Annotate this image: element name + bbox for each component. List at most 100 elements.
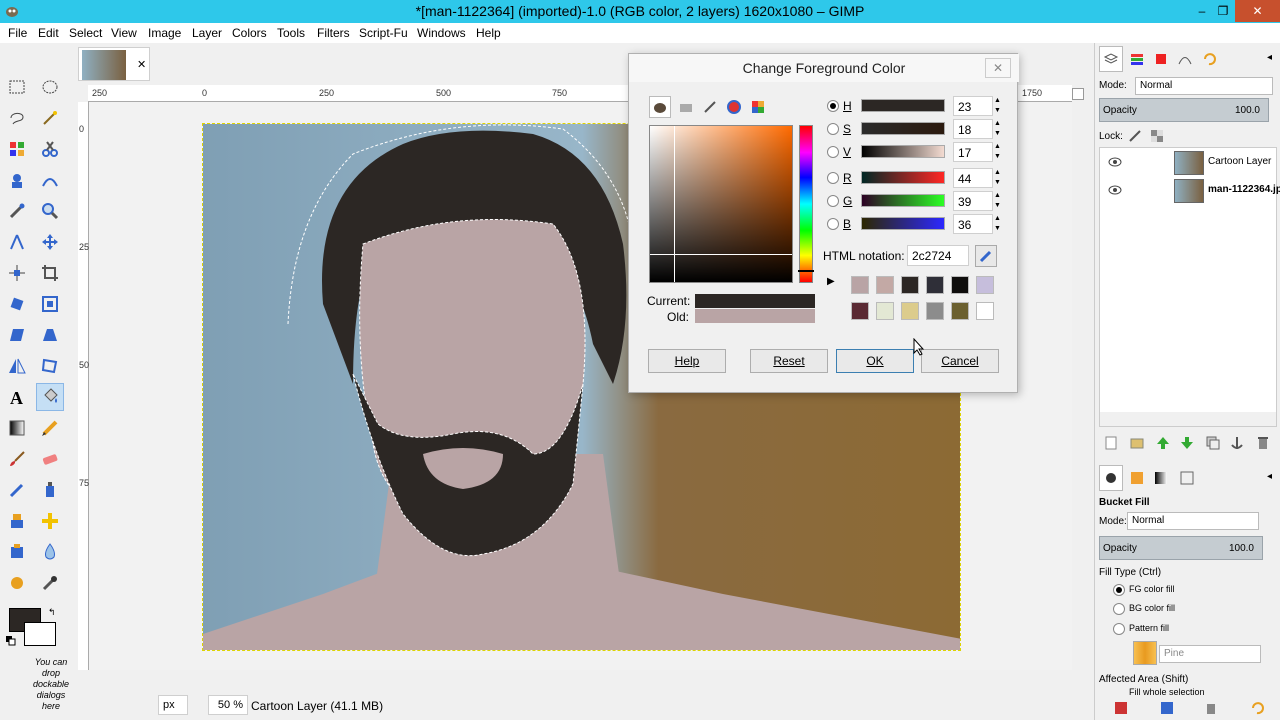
paintbrush-tool-icon[interactable] bbox=[3, 445, 31, 473]
channel-radio[interactable] bbox=[827, 123, 839, 135]
image-tab[interactable]: ✕ bbox=[78, 47, 150, 81]
layer-mode-select[interactable]: Normal bbox=[1135, 77, 1273, 95]
new-layer-group-icon[interactable] bbox=[1129, 435, 1145, 451]
channel-radio[interactable] bbox=[827, 100, 839, 112]
flip-tool-icon[interactable] bbox=[3, 352, 31, 380]
hue-strip[interactable] bbox=[798, 125, 814, 283]
tool-options-scrollbar[interactable] bbox=[1269, 511, 1279, 691]
delete-layer-icon[interactable] bbox=[1255, 435, 1271, 451]
visibility-eye-icon[interactable] bbox=[1108, 157, 1122, 167]
channel-slider[interactable] bbox=[861, 145, 945, 158]
menu-tools[interactable]: Tools bbox=[277, 26, 305, 40]
paths-tab-icon[interactable] bbox=[1173, 46, 1197, 72]
undo-history-tab-icon[interactable] bbox=[1197, 46, 1221, 72]
history-color-swatch[interactable] bbox=[851, 276, 869, 294]
pencil-tool-icon[interactable] bbox=[36, 414, 64, 442]
lock-alpha-icon[interactable] bbox=[1149, 128, 1165, 144]
channel-slider[interactable] bbox=[861, 194, 945, 207]
quick-mask-tab-icon[interactable] bbox=[1149, 46, 1173, 72]
tool-options-tab-icon[interactable] bbox=[1099, 465, 1123, 491]
channel-value[interactable]: 39 bbox=[953, 191, 993, 211]
dock-menu-icon[interactable]: ◂ bbox=[1267, 471, 1272, 482]
blur-tool-icon[interactable] bbox=[36, 538, 64, 566]
menu-script-fu[interactable]: Script-Fu bbox=[359, 26, 408, 40]
scissors-tool-icon[interactable] bbox=[36, 135, 64, 163]
maximize-button[interactable]: ❐ bbox=[1209, 0, 1237, 22]
layers-hscrollbar[interactable] bbox=[1100, 412, 1276, 426]
lock-pixels-icon[interactable] bbox=[1127, 128, 1143, 144]
duplicate-layer-icon[interactable] bbox=[1205, 435, 1221, 451]
spin-arrows-icon[interactable]: ▲ ▼ bbox=[993, 119, 1002, 139]
pattern-name-field[interactable]: Pine bbox=[1159, 645, 1261, 663]
cage-transform-tool-icon[interactable] bbox=[36, 352, 64, 380]
gradients-tab-icon[interactable] bbox=[1149, 465, 1173, 491]
rotate-tool-icon[interactable] bbox=[3, 290, 31, 318]
background-color-swatch[interactable] bbox=[24, 622, 56, 646]
history-color-swatch[interactable] bbox=[926, 276, 944, 294]
menu-select[interactable]: Select bbox=[69, 26, 102, 40]
cancel-button[interactable]: Cancel bbox=[921, 349, 999, 373]
alignment-tool-icon[interactable] bbox=[3, 259, 31, 287]
crop-tool-icon[interactable] bbox=[36, 259, 64, 287]
history-color-swatch[interactable] bbox=[876, 276, 894, 294]
perspective-clone-tool-icon[interactable] bbox=[3, 538, 31, 566]
restore-options-icon[interactable] bbox=[1159, 700, 1175, 716]
history-color-swatch[interactable] bbox=[876, 302, 894, 320]
ellipse-select-tool-icon[interactable] bbox=[36, 73, 64, 101]
channel-radio[interactable] bbox=[827, 172, 839, 184]
help-button[interactable]: Help bbox=[648, 349, 726, 373]
swap-colors-icon[interactable]: ↰ bbox=[48, 607, 58, 617]
channel-value[interactable]: 36 bbox=[953, 214, 993, 234]
radio-button[interactable] bbox=[1113, 584, 1125, 596]
history-arrow-icon[interactable]: ▶ bbox=[827, 276, 841, 292]
spin-arrows-icon[interactable]: ▲ ▼ bbox=[993, 168, 1002, 188]
color-picker-tool-icon[interactable] bbox=[3, 197, 31, 225]
menu-layer[interactable]: Layer bbox=[192, 26, 222, 40]
channel-slider[interactable] bbox=[861, 99, 945, 112]
perspective-tool-icon[interactable] bbox=[36, 321, 64, 349]
dialog-close-button[interactable]: ✕ bbox=[985, 58, 1011, 78]
history-color-swatch[interactable] bbox=[901, 276, 919, 294]
fill-type-option[interactable]: FG color fill bbox=[1099, 581, 1269, 599]
horizontal-scrollbar[interactable] bbox=[96, 674, 1072, 688]
menu-colors[interactable]: Colors bbox=[232, 26, 267, 40]
palette-selector-tab-icon[interactable] bbox=[747, 96, 769, 118]
clone-tool-icon[interactable] bbox=[3, 507, 31, 535]
channel-value[interactable]: 18 bbox=[953, 119, 993, 139]
wheel-selector-tab-icon[interactable] bbox=[723, 96, 745, 118]
history-color-swatch[interactable] bbox=[976, 302, 994, 320]
bucket-fill-tool-icon[interactable] bbox=[36, 383, 64, 411]
eyedropper-icon[interactable] bbox=[975, 245, 997, 267]
fuzzy-select-tool-icon[interactable] bbox=[36, 104, 64, 132]
default-colors-icon[interactable] bbox=[6, 635, 16, 646]
channel-value[interactable]: 23 bbox=[953, 96, 993, 116]
channel-slider[interactable] bbox=[861, 217, 945, 230]
gimp-selector-tab-icon[interactable] bbox=[649, 96, 671, 118]
watercolor-selector-tab-icon[interactable] bbox=[699, 96, 721, 118]
history-color-swatch[interactable] bbox=[976, 276, 994, 294]
delete-options-icon[interactable] bbox=[1203, 700, 1219, 716]
channels-tab-icon[interactable] bbox=[1125, 46, 1149, 72]
lower-layer-icon[interactable] bbox=[1179, 435, 1195, 451]
fill-mode-select[interactable]: Normal bbox=[1127, 512, 1259, 530]
spin-arrows-icon[interactable]: ▲ ▼ bbox=[993, 96, 1002, 116]
move-tool-icon[interactable] bbox=[36, 228, 64, 256]
radio-button[interactable] bbox=[1113, 603, 1125, 615]
vertical-scrollbar[interactable] bbox=[1072, 102, 1084, 670]
unit-selector[interactable]: px bbox=[158, 695, 188, 715]
new-layer-icon[interactable] bbox=[1103, 435, 1119, 451]
blend-tool-icon[interactable] bbox=[3, 414, 31, 442]
channel-slider[interactable] bbox=[861, 122, 945, 135]
dodge-burn-tool-icon[interactable] bbox=[36, 569, 64, 597]
history-color-swatch[interactable] bbox=[951, 302, 969, 320]
pattern-preview[interactable] bbox=[1133, 641, 1157, 665]
close-button[interactable]: ✕ bbox=[1235, 0, 1280, 22]
channel-slider[interactable] bbox=[861, 171, 945, 184]
paths-tool-icon[interactable] bbox=[36, 166, 64, 194]
cmyk-selector-tab-icon[interactable] bbox=[675, 96, 697, 118]
history-color-swatch[interactable] bbox=[926, 302, 944, 320]
anchor-layer-icon[interactable] bbox=[1229, 435, 1245, 451]
menu-help[interactable]: Help bbox=[476, 26, 501, 40]
layer-opacity-slider[interactable]: Opacity 100.0 bbox=[1099, 98, 1269, 122]
menu-filters[interactable]: Filters bbox=[317, 26, 350, 40]
